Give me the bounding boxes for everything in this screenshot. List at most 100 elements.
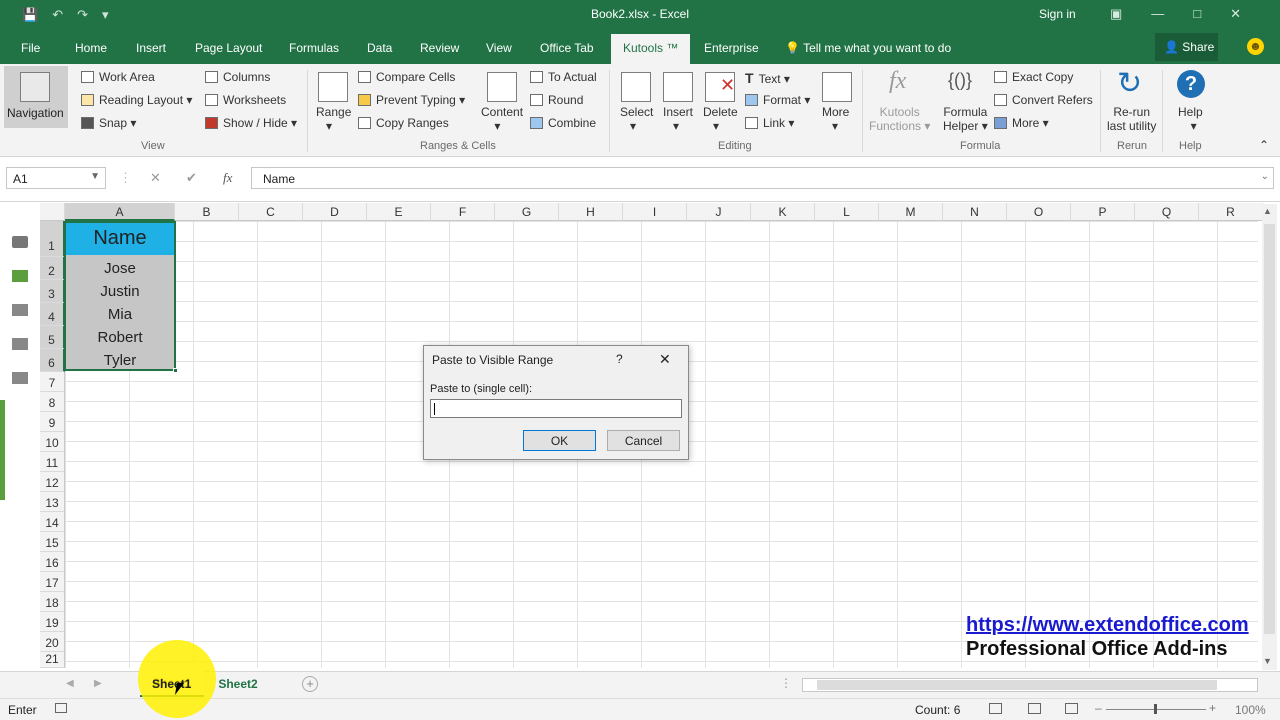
column-header-h[interactable]: H <box>559 203 623 221</box>
pane-expand-handle[interactable] <box>0 400 5 500</box>
select-all-corner[interactable] <box>40 203 65 221</box>
tab-kutools[interactable]: Kutools ™ <box>611 34 691 64</box>
column-header-m[interactable]: M <box>879 203 943 221</box>
row-header-11[interactable]: 11 <box>40 452 65 472</box>
reading-layout-button[interactable]: Reading Layout ▾ <box>81 93 192 107</box>
scroll-up-icon[interactable]: ▲ <box>1263 206 1272 216</box>
insert-function-icon[interactable]: fx <box>223 170 232 186</box>
row-header-13[interactable]: 13 <box>40 492 65 512</box>
tell-me-search[interactable]: 💡 Tell me what you want to do <box>785 41 951 55</box>
feedback-smiley-icon[interactable]: ☻ <box>1247 38 1264 55</box>
confirm-entry-icon[interactable]: ✔ <box>186 170 197 186</box>
round-button[interactable]: Round <box>530 93 583 107</box>
collapse-ribbon-icon[interactable]: ⌃ <box>1259 138 1269 152</box>
link-button[interactable]: Link ▾ <box>745 116 794 130</box>
normal-view-icon[interactable] <box>989 703 1002 714</box>
cancel-button[interactable]: Cancel <box>607 430 680 451</box>
ok-button[interactable]: OK <box>523 430 596 451</box>
formula-input[interactable]: Name ⌄ <box>251 167 1274 189</box>
next-sheet-icon[interactable]: ▶ <box>94 678 102 689</box>
page-layout-view-icon[interactable] <box>1028 703 1041 714</box>
row-header-9[interactable]: 9 <box>40 412 65 432</box>
name-box[interactable]: A1 ▼ <box>6 167 106 189</box>
column-header-l[interactable]: L <box>815 203 879 221</box>
row-header-6[interactable]: 6 <box>40 349 65 372</box>
share-button[interactable]: 👤 Share <box>1155 33 1218 61</box>
horizontal-scrollbar[interactable] <box>802 678 1258 692</box>
chevron-down-icon[interactable]: ▼ <box>90 171 100 182</box>
column-header-g[interactable]: G <box>495 203 559 221</box>
macro-record-icon[interactable] <box>55 703 67 713</box>
column-header-f[interactable]: F <box>431 203 495 221</box>
zoom-in-icon[interactable]: + <box>1209 701 1216 715</box>
sign-in-link[interactable]: Sign in <box>1039 7 1076 21</box>
columns-button[interactable]: Columns <box>205 70 270 84</box>
name-manager-icon[interactable] <box>12 304 28 316</box>
column-header-e[interactable]: E <box>367 203 431 221</box>
format-button[interactable]: Format ▾ <box>745 93 810 107</box>
tab-office-tab[interactable]: Office Tab <box>540 41 594 55</box>
kutools-functions-button[interactable]: Kutools Functions ▾ <box>869 105 930 133</box>
content-button[interactable]: Content ▾ <box>481 105 523 133</box>
watermark-url[interactable]: https://www.extendoffice.com <box>966 614 1249 637</box>
maximize-icon[interactable]: □ <box>1193 6 1201 22</box>
row-header-16[interactable]: 16 <box>40 552 65 572</box>
to-actual-button[interactable]: To Actual <box>530 70 597 84</box>
column-list-icon[interactable] <box>12 338 28 350</box>
tab-review[interactable]: Review <box>420 41 459 55</box>
column-header-j[interactable]: J <box>687 203 751 221</box>
formula-helper-button[interactable]: Formula Helper ▾ <box>943 105 988 133</box>
row-header-4[interactable]: 4 <box>40 303 65 326</box>
tab-page-layout[interactable]: Page Layout <box>195 41 262 55</box>
dialog-help-icon[interactable]: ? <box>616 352 623 366</box>
column-header-c[interactable]: C <box>239 203 303 221</box>
combine-button[interactable]: Combine <box>530 116 596 130</box>
column-header-r[interactable]: R <box>1199 203 1263 221</box>
navigation-button[interactable]: Navigation <box>4 66 68 128</box>
help-button[interactable]: Help ▾ <box>1178 105 1203 133</box>
insert-button[interactable]: Insert ▾ <box>663 105 693 133</box>
column-header-p[interactable]: P <box>1071 203 1135 221</box>
close-icon[interactable]: ✕ <box>1230 6 1241 22</box>
show-hide-button[interactable]: Show / Hide ▾ <box>205 116 297 130</box>
range-button[interactable]: Range ▾ <box>316 105 351 133</box>
cancel-entry-icon[interactable]: ✕ <box>150 170 161 186</box>
prev-sheet-icon[interactable]: ◀ <box>66 678 74 689</box>
row-header-8[interactable]: 8 <box>40 392 65 412</box>
column-header-q[interactable]: Q <box>1135 203 1199 221</box>
row-header-17[interactable]: 17 <box>40 572 65 592</box>
row-header-20[interactable]: 20 <box>40 632 65 652</box>
column-header-a[interactable]: A <box>65 203 175 221</box>
editing-more-button[interactable]: More ▾ <box>822 105 849 133</box>
row-header-12[interactable]: 12 <box>40 472 65 492</box>
tab-splitter[interactable]: ⋮ <box>780 676 792 690</box>
tab-data[interactable]: Data <box>367 41 392 55</box>
fill-handle[interactable] <box>173 368 178 373</box>
row-header-21[interactable]: 21 <box>40 652 65 668</box>
scroll-down-icon[interactable]: ▼ <box>1263 656 1272 666</box>
prevent-typing-button[interactable]: Prevent Typing ▾ <box>358 93 465 107</box>
work-area-button[interactable]: Work Area <box>81 70 155 84</box>
scroll-thumb[interactable] <box>1264 224 1275 634</box>
vertical-scrollbar[interactable]: ▲ ▼ <box>1262 204 1277 670</box>
select-button[interactable]: Select ▾ <box>620 105 653 133</box>
expand-formula-bar-icon[interactable]: ⌄ <box>1261 171 1269 182</box>
column-header-k[interactable]: K <box>751 203 815 221</box>
row-header-10[interactable]: 10 <box>40 432 65 452</box>
column-header-i[interactable]: I <box>623 203 687 221</box>
zoom-slider-thumb[interactable] <box>1154 704 1157 714</box>
exact-copy-button[interactable]: Exact Copy <box>994 70 1073 84</box>
minimize-icon[interactable]: — <box>1151 6 1164 22</box>
ribbon-display-options-icon[interactable]: ▣ <box>1110 6 1122 22</box>
tab-formulas[interactable]: Formulas <box>289 41 339 55</box>
tab-view[interactable]: View <box>486 41 512 55</box>
row-header-5[interactable]: 5 <box>40 326 65 349</box>
delete-button[interactable]: Delete ▾ <box>703 105 738 133</box>
row-header-3[interactable]: 3 <box>40 280 65 303</box>
formula-more-button[interactable]: More ▾ <box>994 116 1049 130</box>
copy-ranges-button[interactable]: Copy Ranges <box>358 116 449 130</box>
zoom-level[interactable]: 100% <box>1235 703 1266 717</box>
compare-cells-button[interactable]: Compare Cells <box>358 70 455 84</box>
convert-refers-button[interactable]: Convert Refers <box>994 93 1093 107</box>
sheet-tab-sheet1-highlighted[interactable]: Sheet1 <box>152 677 191 691</box>
